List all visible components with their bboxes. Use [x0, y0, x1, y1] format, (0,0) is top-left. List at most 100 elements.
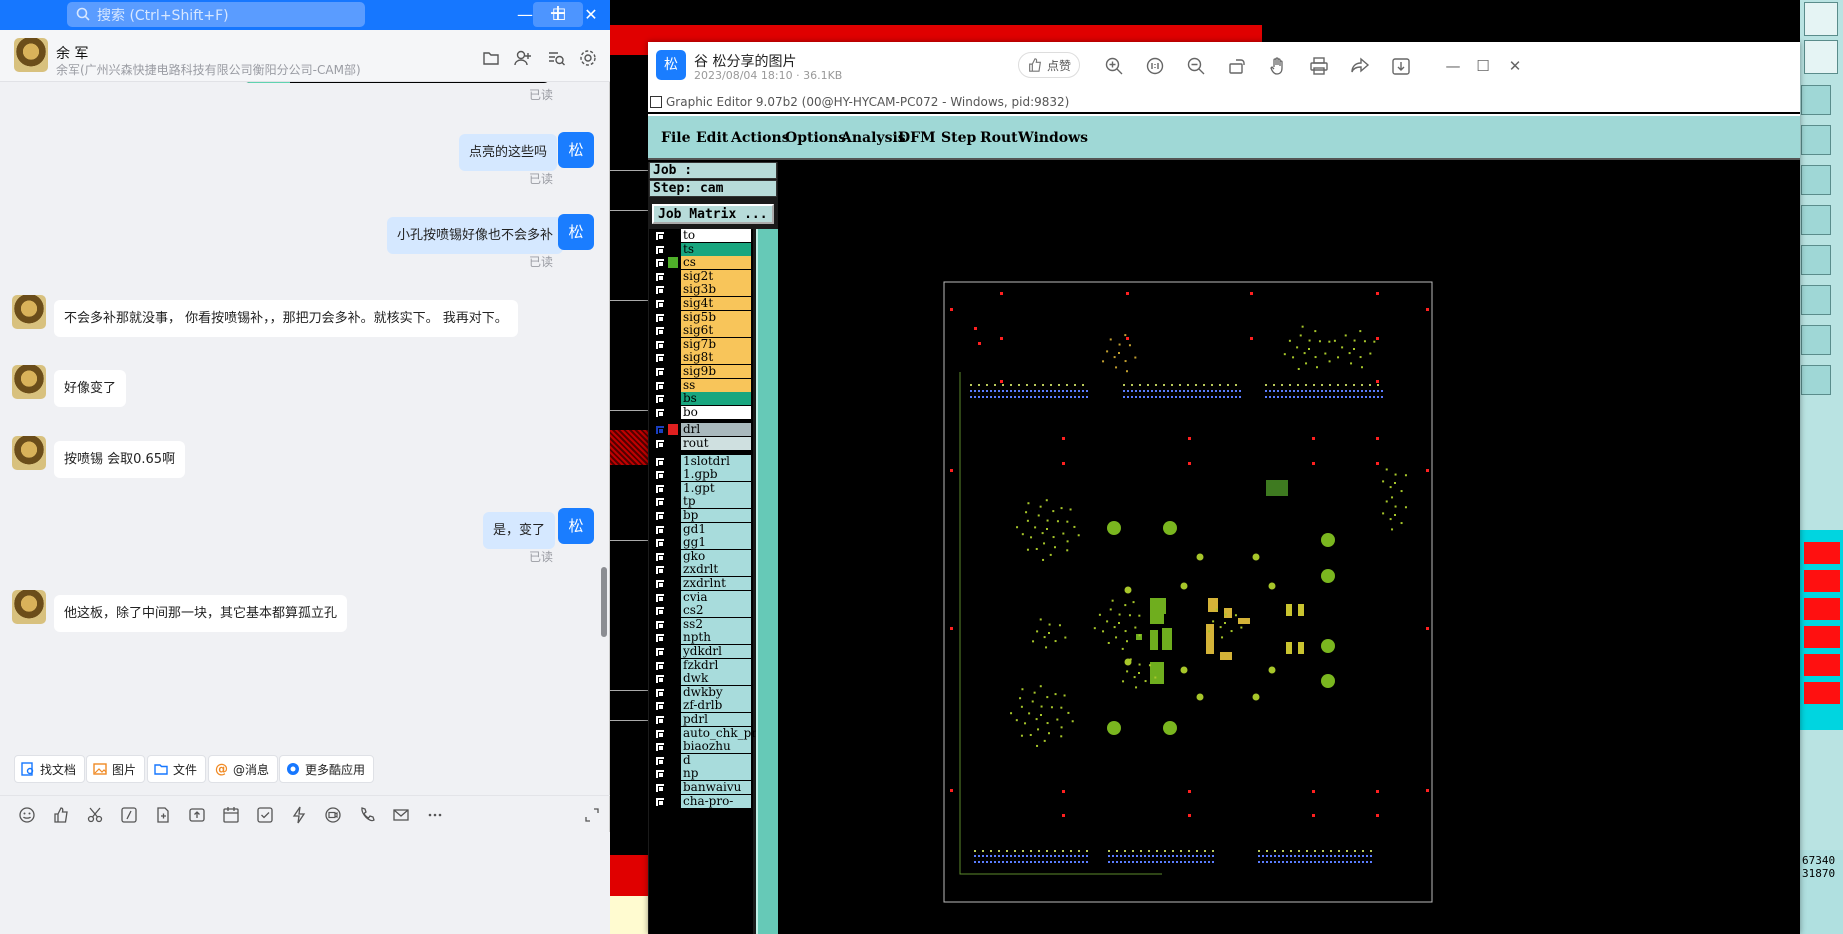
layer-row[interactable]: zxdrlnt	[649, 577, 753, 590]
phone-icon[interactable]	[358, 806, 376, 824]
my-avatar[interactable]: 松	[558, 508, 594, 544]
avatar[interactable]	[12, 365, 46, 399]
image-message[interactable]	[244, 82, 550, 83]
layer-checkbox[interactable]	[655, 312, 665, 323]
layer-row[interactable]: zxdrlt	[649, 563, 753, 577]
avatar[interactable]	[12, 295, 46, 329]
layer-row[interactable]: d	[649, 753, 753, 767]
layer-checkbox[interactable]	[655, 701, 665, 712]
layer-checkbox[interactable]	[655, 299, 665, 309]
layer-checkbox[interactable]	[655, 796, 665, 807]
tool-button[interactable]	[1801, 165, 1831, 195]
close-icon[interactable]: ✕	[1504, 55, 1526, 77]
layer-checkbox[interactable]	[655, 380, 665, 391]
doc-add-icon[interactable]	[154, 806, 172, 824]
layer-checkbox[interactable]	[655, 497, 665, 508]
tool-button[interactable]	[1801, 245, 1831, 275]
layer-row[interactable]: cha-pro-out	[649, 794, 753, 820]
layer-checkbox[interactable]	[655, 538, 665, 549]
layer-checkbox[interactable]	[655, 551, 665, 562]
layer-checkbox[interactable]	[655, 353, 665, 364]
my-avatar[interactable]: 松	[558, 132, 594, 168]
minimize-icon[interactable]: —	[1442, 55, 1464, 77]
layer-checkbox[interactable]	[655, 728, 665, 739]
layer-scrollbar[interactable]	[756, 229, 778, 934]
layer-row[interactable]: sig3b	[649, 283, 753, 297]
layer-row[interactable]: 1.gpb	[649, 468, 753, 482]
layer-checkbox[interactable]	[655, 258, 665, 269]
layer-row[interactable]: sig6t	[649, 324, 753, 338]
upload-icon[interactable]	[188, 806, 206, 824]
layer-checkbox[interactable]	[655, 769, 665, 780]
layer-row[interactable]: bp	[649, 509, 753, 522]
layer-row[interactable]: np	[649, 767, 753, 781]
emoji-icon[interactable]	[18, 806, 36, 824]
folder-icon[interactable]	[481, 48, 501, 68]
menu-dfm[interactable]: DFM	[898, 130, 936, 146]
tool-button[interactable]	[1804, 40, 1838, 74]
layer-row[interactable]: gg1	[649, 536, 753, 550]
layer-row[interactable]: 1.gpt	[649, 481, 753, 495]
tool-button[interactable]	[1801, 205, 1831, 235]
layer-checkbox[interactable]	[655, 565, 665, 576]
calendar-icon[interactable]	[222, 806, 240, 824]
tool-button[interactable]	[1801, 285, 1831, 315]
layer-checkbox[interactable]	[655, 339, 665, 350]
menu-file[interactable]: File	[661, 130, 690, 146]
layer-checkbox[interactable]	[655, 783, 665, 793]
layer-checkbox[interactable]	[655, 271, 665, 282]
zoom-in-icon[interactable]	[1104, 56, 1124, 76]
layer-row[interactable]: ss2	[649, 617, 753, 631]
layer-checkbox[interactable]	[655, 579, 665, 589]
mail-icon[interactable]	[392, 806, 410, 824]
layer-row[interactable]: rout	[649, 437, 753, 450]
search-input[interactable]: 搜索 (Ctrl+Shift+F)	[67, 2, 365, 27]
layer-checkbox[interactable]	[655, 425, 665, 436]
layer-checkbox[interactable]	[655, 660, 665, 671]
video-call-icon[interactable]	[324, 806, 342, 824]
layer-checkbox[interactable]	[655, 483, 665, 494]
message-input[interactable]	[0, 832, 610, 934]
layer-row[interactable]: bo	[649, 405, 753, 419]
layer-checkbox[interactable]	[655, 674, 665, 685]
menu-rout[interactable]: Rout	[980, 130, 1018, 146]
search-history-icon[interactable]	[546, 48, 566, 68]
lightning-icon[interactable]	[290, 806, 308, 824]
layer-row[interactable]: sig8t	[649, 351, 753, 365]
menu-options[interactable]: Options	[785, 130, 846, 146]
layer-checkbox[interactable]	[655, 524, 665, 535]
layer-checkbox[interactable]	[655, 619, 665, 630]
layer-row[interactable]: ss	[649, 378, 753, 392]
more-icon[interactable]	[426, 806, 444, 824]
layer-checkbox[interactable]	[655, 715, 665, 725]
layer-row[interactable]: 1slotdrl	[649, 454, 753, 468]
layer-row[interactable]: ydkdrl	[649, 645, 753, 658]
thumbs-up-icon[interactable]	[52, 806, 70, 824]
layer-checkbox[interactable]	[655, 687, 665, 698]
like-button[interactable]: 点赞	[1018, 52, 1080, 78]
avatar[interactable]	[12, 590, 46, 624]
layer-row[interactable]: npth	[649, 631, 753, 645]
layer-checkbox[interactable]	[655, 367, 665, 377]
scrollbar[interactable]	[601, 567, 607, 637]
tool-button[interactable]	[1801, 325, 1831, 355]
avatar[interactable]	[12, 436, 46, 470]
layer-checkbox[interactable]	[655, 647, 665, 657]
share-icon[interactable]	[1350, 56, 1370, 76]
image-button[interactable]: 图片	[86, 755, 146, 783]
layer-row[interactable]: cvia	[649, 590, 753, 604]
layer-checkbox[interactable]	[655, 742, 665, 753]
layer-row[interactable]: zf-drlb	[649, 699, 753, 713]
file-button[interactable]: 文件	[147, 755, 207, 783]
layer-row[interactable]: auto_chk_pn	[649, 726, 759, 740]
more-apps-button[interactable]: 更多酷应用	[279, 755, 375, 783]
tool-button[interactable]	[1801, 125, 1831, 155]
menu-actions[interactable]: Actions	[731, 130, 790, 146]
layer-checkbox[interactable]	[655, 439, 665, 449]
layer-row[interactable]: sig5b	[649, 310, 753, 324]
layer-row[interactable]: sig4t	[649, 297, 753, 310]
layer-checkbox[interactable]	[655, 231, 665, 241]
layer-checkbox[interactable]	[655, 285, 665, 296]
layer-checkbox[interactable]	[655, 244, 665, 255]
hand-icon[interactable]	[1268, 56, 1288, 76]
